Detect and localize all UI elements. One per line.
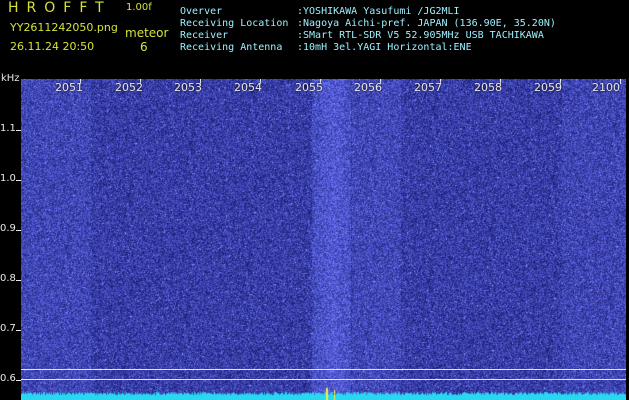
hrofft-window: HROFFT 1.00f YY2611242050.png meteor 26.… (0, 0, 629, 400)
x-tick-mark (620, 79, 621, 84)
y-tick-mark (16, 380, 21, 381)
signal-level-trace (21, 386, 626, 400)
info-value: :SMart RTL-SDR V5 52.905MHz USB TACHIKAW… (297, 30, 544, 41)
y-tick-mark (16, 230, 21, 231)
y-tick-mark (16, 330, 21, 331)
x-tick-label: 2055 (295, 81, 323, 94)
meteor-count-label: meteor (125, 26, 169, 40)
x-tick-label: 2052 (115, 81, 143, 94)
y-tick-mark (16, 280, 21, 281)
info-value: :10mH 3el.YAGI Horizontal:ENE (297, 42, 472, 53)
x-tick-label: 2100 (592, 81, 620, 94)
y-tick-label: 0.8 (0, 273, 16, 284)
meteor-count-value: 6 (140, 40, 148, 54)
y-tick-label: 0.6 (0, 373, 16, 384)
x-tick-label: 2053 (174, 81, 202, 94)
y-tick-mark (16, 130, 21, 131)
y-tick-label: 1.0 (0, 173, 16, 184)
y-tick-label: 1.1 (0, 123, 16, 134)
x-tick-label: 2058 (474, 81, 502, 94)
info-value: :Nagoya Aichi-pref. JAPAN (136.90E, 35.2… (297, 18, 556, 29)
info-key: Overver (180, 6, 223, 17)
y-tick-mark (16, 180, 21, 181)
y-axis-unit: kHz (1, 73, 20, 84)
x-tick-label: 2051 (55, 81, 83, 94)
info-key: Receiving Location (180, 18, 289, 29)
x-tick-label: 2056 (354, 81, 382, 94)
spectrogram-plot (21, 79, 626, 400)
x-tick-label: 2057 (414, 81, 442, 94)
y-tick-label: 0.9 (0, 223, 16, 234)
threshold-line-upper (21, 369, 626, 370)
y-tick-label: 0.7 (0, 323, 16, 334)
spectrogram-canvas (21, 79, 626, 400)
info-key: Receiver (180, 30, 229, 41)
info-key: Receiving Antenna (180, 42, 283, 53)
x-tick-label: 2054 (234, 81, 262, 94)
app-name: HROFFT (8, 0, 112, 16)
threshold-line-lower (21, 379, 626, 380)
app-version: 1.00f (126, 2, 152, 13)
image-filename: YY2611242050.png (10, 21, 118, 34)
x-tick-label: 2059 (534, 81, 562, 94)
info-value: :YOSHIKAWA Yasufumi /JG2MLI (297, 6, 460, 17)
capture-datetime: 26.11.24 20:50 (10, 40, 95, 53)
